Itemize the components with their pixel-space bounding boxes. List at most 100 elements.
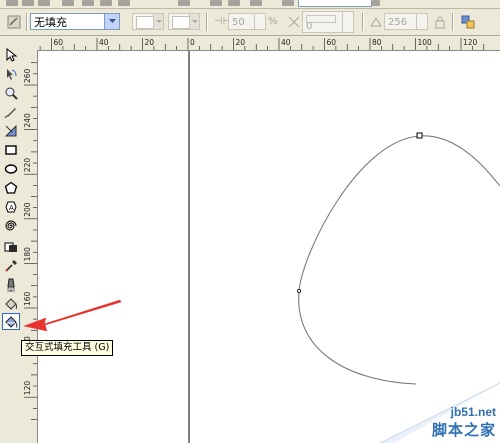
freehand-tool-icon: [4, 107, 16, 118]
zoom-level-box[interactable]: [298, 0, 372, 7]
toolbox: A: [0, 36, 23, 443]
vertical-ruler[interactable]: 260240220200180160140120: [22, 50, 38, 443]
ruler-origin-corner[interactable]: [22, 36, 38, 51]
pick-tool[interactable]: [2, 46, 20, 63]
curve-start-node[interactable]: [416, 132, 423, 139]
fill-bucket-icon: [5, 297, 17, 310]
ruler-h-label: 40: [281, 38, 291, 47]
vertical-ruler-ticks: 260240220200180160140120: [23, 62, 37, 420]
coreldraw-window: 无填充 ⊣⊢ 50 % 0 256 A 60 40 20 0 20 40 60 …: [0, 0, 500, 443]
launcher-icon[interactable]: [250, 0, 262, 6]
zoom-tool-icon: [5, 87, 18, 100]
ruler-h-label: 40: [99, 38, 109, 47]
ruler-h-label: 120: [463, 38, 478, 47]
copy-icon[interactable]: [100, 0, 112, 6]
ruler-v-label: 260: [23, 68, 32, 83]
midpoint-value: 50: [232, 17, 245, 28]
basic-shapes-tool[interactable]: A: [2, 198, 20, 215]
tool-tooltip: 交互式填充工具 (G): [21, 340, 114, 356]
midpoint-spinbox[interactable]: 50: [228, 13, 266, 30]
ruler-v-label: 200: [23, 202, 32, 217]
outline-pen-icon: [7, 278, 15, 292]
edge-pad-value: 0: [306, 21, 313, 32]
polygon-tool-icon: [4, 181, 18, 194]
paste-icon[interactable]: [118, 0, 130, 6]
end-color-select[interactable]: [168, 13, 200, 30]
egg-curve[interactable]: [298, 135, 500, 385]
start-color-swatch: [136, 16, 154, 29]
midpoint-unit: %: [268, 16, 278, 27]
shape-tool-icon: [7, 68, 17, 80]
watermark: jb51.net 脚本之家: [432, 405, 496, 440]
ellipse-tool-icon: [4, 163, 18, 174]
ruler-h-label: 0: [190, 38, 195, 47]
eyedropper-tool[interactable]: [2, 257, 20, 274]
edge-pad-spinbox[interactable]: 0: [302, 11, 354, 33]
ruler-h-label: 20: [145, 38, 155, 47]
spin-arrows-icon[interactable]: [342, 12, 353, 32]
zoom-tool[interactable]: [2, 84, 20, 101]
start-color-select[interactable]: [132, 13, 164, 30]
spiral-tool[interactable]: [2, 217, 20, 234]
print-icon[interactable]: [62, 0, 74, 6]
end-color-swatch: [172, 16, 190, 29]
chevron-down-icon[interactable]: [153, 14, 163, 29]
horizontal-ruler[interactable]: 60 40 20 0 20 40 60 80 100 120: [37, 36, 500, 51]
new-icon[interactable]: [6, 0, 18, 6]
ruler-h-label: 60: [54, 38, 64, 47]
horizontal-ruler-ticks: 60 40 20 0 20 40 60 80 100 120: [39, 38, 485, 50]
import-icon[interactable]: [210, 0, 222, 6]
rectangle-tool-icon: [5, 144, 17, 155]
ruler-v-label: 180: [23, 247, 32, 262]
chevron-down-icon[interactable]: [104, 14, 119, 29]
undo-icon[interactable]: [178, 0, 190, 6]
ruler-h-label: 20: [236, 38, 246, 47]
lock-icon[interactable]: [430, 12, 450, 32]
svg-text:A: A: [9, 204, 14, 212]
steps-lock-icon[interactable]: [366, 12, 386, 32]
ruler-h-label: 60: [327, 38, 337, 47]
cut-icon[interactable]: [82, 0, 94, 6]
zoom-levels-icon[interactable]: [282, 0, 294, 6]
outline-pen-tool[interactable]: [2, 276, 20, 293]
fill-type-select[interactable]: 无填充: [30, 13, 120, 30]
zoom-dropdown-icon[interactable]: [372, 0, 380, 6]
interactive-blend-tool[interactable]: [2, 238, 20, 255]
smart-fill-tool[interactable]: [2, 122, 20, 139]
edge-pad-icon: [284, 12, 304, 32]
steps-spinbox[interactable]: 256: [384, 13, 428, 30]
copy-fill-properties-icon[interactable]: [458, 12, 478, 32]
ellipse-tool[interactable]: [2, 160, 20, 177]
curve-node[interactable]: [296, 288, 301, 293]
property-bar: 无填充 ⊣⊢ 50 % 0 256: [0, 9, 500, 36]
ruler-v-label: 120: [23, 381, 32, 396]
watermark-site: jb51.net: [450, 405, 496, 419]
eyedropper-icon: [5, 259, 17, 272]
open-icon[interactable]: [22, 0, 34, 6]
interactive-fill-tool[interactable]: [2, 313, 20, 330]
shape-tool[interactable]: [2, 65, 20, 82]
interactive-blend-icon: [4, 242, 17, 252]
steps-value: 256: [388, 17, 408, 28]
rectangle-tool[interactable]: [2, 141, 20, 158]
fill-tool-options-icon[interactable]: [4, 12, 24, 32]
spin-arrows-icon[interactable]: [254, 14, 265, 29]
standard-toolbar: [0, 0, 500, 9]
export-icon[interactable]: [228, 0, 240, 6]
freehand-tool[interactable]: [2, 103, 20, 120]
spiral-tool-icon: [5, 220, 17, 230]
ruler-v-label: 220: [23, 158, 32, 173]
fill-type-value: 无填充: [34, 16, 67, 29]
pick-tool-icon: [6, 47, 18, 62]
text-tool-icon: A: [5, 201, 17, 212]
polygon-tool[interactable]: [2, 179, 20, 196]
ruler-v-label: 240: [23, 113, 32, 128]
ruler-h-label: 80: [372, 38, 382, 47]
ruler-h-label: 100: [418, 38, 433, 47]
save-icon[interactable]: [38, 0, 50, 6]
interactive-fill-icon: [5, 315, 18, 328]
fill-tool[interactable]: [2, 295, 20, 312]
spin-arrows-icon[interactable]: [416, 14, 427, 29]
smart-fill-icon: [4, 124, 17, 136]
chevron-down-icon[interactable]: [189, 14, 199, 29]
